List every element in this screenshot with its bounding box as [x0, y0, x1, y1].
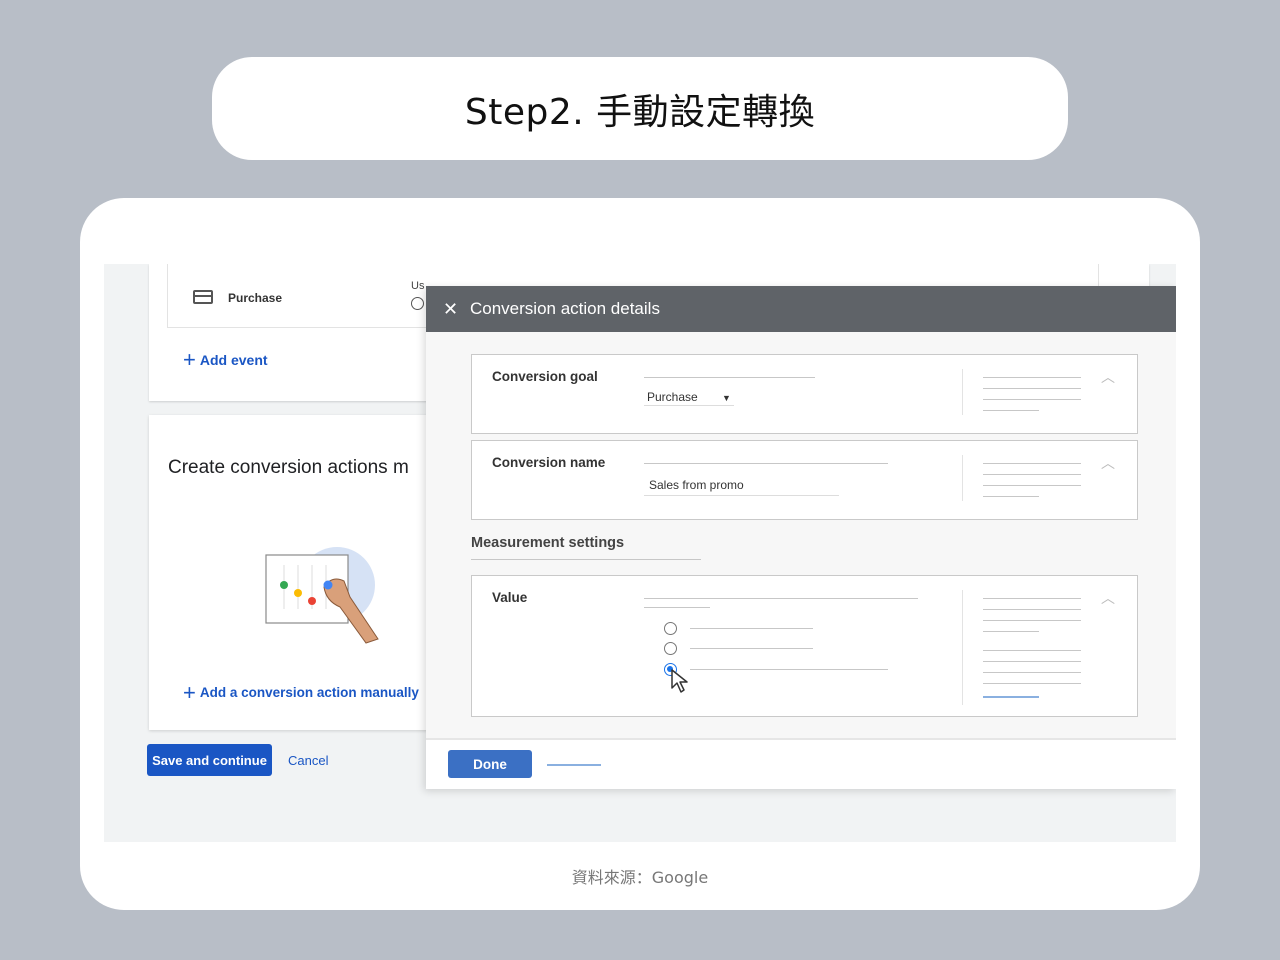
create-conversion-panel: Create conversion actions m + Add a conv…: [149, 415, 439, 730]
placeholder-line: [644, 377, 815, 378]
conversion-name-input[interactable]: Sales from promo: [649, 478, 744, 492]
plus-icon: +: [183, 679, 196, 705]
compass-icon: [411, 297, 424, 310]
event-description-truncated: Us: [411, 280, 425, 292]
help-line: [983, 463, 1081, 464]
dropdown-caret-icon[interactable]: ▼: [722, 393, 731, 403]
placeholder-line: [644, 463, 888, 464]
add-event-link[interactable]: + Add event: [183, 347, 268, 372]
conversion-name-label: Conversion name: [492, 455, 606, 470]
help-line: [983, 631, 1039, 632]
help-line: [983, 683, 1081, 684]
add-event-label: Add event: [199, 352, 268, 368]
help-line: [983, 609, 1081, 610]
help-line: [983, 650, 1081, 651]
help-line: [983, 474, 1081, 475]
heading-underline: [471, 559, 701, 560]
help-line: [983, 410, 1039, 411]
option-line: [690, 648, 813, 649]
help-line: [983, 377, 1081, 378]
option-line: [690, 669, 888, 670]
placeholder-line: [644, 607, 710, 608]
help-line: [983, 399, 1081, 400]
done-button[interactable]: Done: [448, 750, 532, 778]
help-link-line[interactable]: [983, 696, 1039, 698]
help-line: [983, 598, 1081, 599]
option-line: [690, 628, 813, 629]
chevron-up-icon[interactable]: ︿: [1101, 453, 1115, 473]
source-caption: 資料來源：Google: [571, 868, 709, 887]
close-icon[interactable]: ✕: [443, 299, 458, 320]
google-ads-screenshot: Purchase Us + Add event Create conversio…: [104, 264, 1176, 842]
credit-card-icon: [193, 290, 213, 304]
conversion-illustration: [265, 547, 379, 644]
save-and-continue-button[interactable]: Save and continue: [147, 744, 272, 776]
screenshot-card: Purchase Us + Add event Create conversio…: [80, 198, 1200, 910]
slide-title-pill: Step2. 手動設定轉換: [212, 57, 1068, 160]
value-label: Value: [492, 590, 528, 605]
cancel-button[interactable]: Cancel: [288, 753, 328, 768]
add-conversion-manually-link[interactable]: + Add a conversion action manually: [183, 679, 419, 705]
chevron-up-icon[interactable]: ︿: [1101, 367, 1115, 387]
value-option-radio-1[interactable]: [664, 622, 677, 635]
select-underline: [644, 405, 734, 406]
placeholder-line: [644, 598, 918, 599]
conversion-goal-select[interactable]: Purchase: [647, 390, 698, 404]
conversion-goal-section: Conversion goal Purchase ▼ ︿: [471, 354, 1138, 434]
section-divider: [962, 590, 963, 705]
conversion-goal-label: Conversion goal: [492, 369, 598, 384]
help-line: [983, 661, 1081, 662]
measurement-settings-heading: Measurement settings: [471, 535, 625, 551]
event-label: Purchase: [228, 291, 283, 305]
dialog-header: ✕ Conversion action details: [426, 286, 1176, 332]
help-line: [983, 388, 1081, 389]
mouse-cursor-icon: [671, 669, 688, 693]
section-divider: [962, 455, 963, 501]
value-section: Value ︿: [471, 575, 1138, 717]
add-manual-label: Add a conversion action manually: [199, 685, 419, 700]
dialog-footer: Done: [426, 738, 1176, 789]
conversion-details-dialog: ✕ Conversion action details Conversion g…: [426, 286, 1176, 789]
create-conversion-title: Create conversion actions m: [168, 457, 409, 478]
help-line: [983, 485, 1081, 486]
dialog-title: Conversion action details: [470, 299, 660, 318]
section-divider: [962, 369, 963, 415]
secondary-action-link[interactable]: [547, 764, 601, 766]
help-line: [983, 496, 1039, 497]
plus-icon: +: [183, 347, 196, 372]
chevron-up-icon[interactable]: ︿: [1101, 588, 1115, 608]
value-option-radio-2[interactable]: [664, 642, 677, 655]
input-underline: [644, 495, 839, 496]
help-line: [983, 620, 1081, 621]
conversion-name-section: Conversion name Sales from promo ︿: [471, 440, 1138, 520]
help-line: [983, 672, 1081, 673]
slide-title: Step2. 手動設定轉換: [464, 91, 816, 133]
